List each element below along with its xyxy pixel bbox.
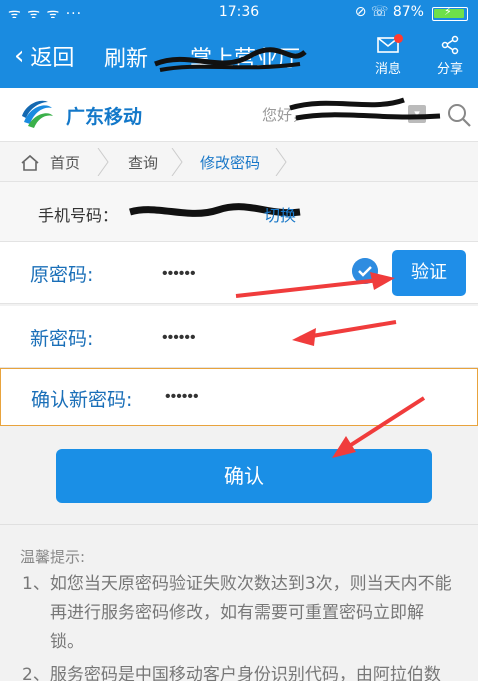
old-password-row: 原密码: 验证	[0, 242, 478, 304]
breadcrumb-separator-icon	[275, 148, 287, 176]
switch-account-link[interactable]: 切换	[264, 202, 296, 226]
message-button[interactable]: 消息	[364, 32, 412, 77]
home-icon	[21, 154, 39, 171]
new-password-input[interactable]	[162, 326, 342, 350]
back-label: 返回	[30, 46, 75, 71]
tip-item: 1、如您当天原密码验证失败次数达到3次，则当天内不能 再进行服务密码修改，如有需…	[22, 570, 472, 657]
tip-line: 2、服务密码是中国移动客户身份识别代码，由阿拉伯数	[22, 665, 441, 681]
status-bar: ᯤ ᯤ ᯤ ··· 17:36 ⊘ ☏ 87% ⚡	[0, 0, 478, 26]
refresh-button[interactable]: 刷新	[104, 41, 148, 73]
tip-line: 再进行服务密码修改，如有需要可重置密码立即解	[50, 603, 424, 623]
mail-icon	[364, 32, 412, 58]
confirm-password-row: 确认新密码:	[0, 368, 478, 426]
new-password-row: 新密码:	[0, 306, 478, 368]
unread-dot	[394, 34, 403, 43]
breadcrumb-home[interactable]: 首页	[20, 152, 80, 173]
phone-label: 手机号码：	[38, 206, 119, 225]
check-icon	[352, 258, 378, 284]
new-password-label: 新密码:	[30, 328, 94, 350]
breadcrumb-separator-icon	[171, 148, 183, 176]
top-bar: ᯤ ᯤ ᯤ ··· 17:36 ⊘ ☏ 87% ⚡ ‹ 返回 刷新 掌上营业厅 …	[0, 0, 478, 88]
confirm-button[interactable]: 确认	[56, 449, 432, 503]
divider	[0, 524, 478, 525]
breadcrumb-query[interactable]: 查询	[128, 152, 158, 173]
chevron-left-icon: ‹	[14, 41, 25, 71]
tip-item: 2、服务密码是中国移动客户身份识别代码，由阿拉伯数	[22, 661, 472, 681]
breadcrumb-current: 修改密码	[200, 154, 261, 172]
old-password-input[interactable]	[162, 262, 342, 286]
status-icons: ⊘ ☏ 87%	[354, 4, 424, 20]
breadcrumb-separator-icon	[97, 148, 109, 176]
china-mobile-logo	[22, 100, 53, 128]
old-password-label: 原密码:	[30, 264, 94, 286]
share-label: 分享	[436, 62, 463, 77]
verify-button[interactable]: 验证	[392, 250, 466, 296]
search-icon[interactable]	[446, 102, 472, 128]
user-greeting: 您好，	[262, 106, 308, 124]
brand-header: 广东移动 您好， ▾	[0, 88, 478, 142]
chevron-down-icon[interactable]: ▾	[408, 105, 426, 123]
tip-line: 1、如您当天原密码验证失败次数达到3次，则当天内不能	[22, 574, 452, 594]
phone-number-row: 手机号码： 切换	[0, 182, 478, 242]
brand-name: 广东移动	[66, 106, 143, 128]
share-icon	[426, 32, 474, 58]
back-button[interactable]: ‹ 返回	[14, 40, 74, 72]
app-bar: ‹ 返回 刷新 掌上营业厅 消息 分享	[0, 26, 478, 88]
breadcrumb-home-label: 首页	[50, 154, 81, 172]
tips-title: 温馨提示:	[20, 548, 86, 566]
confirm-password-label: 确认新密码:	[31, 389, 133, 411]
redaction-scribble	[154, 47, 307, 72]
share-button[interactable]: 分享	[426, 32, 474, 77]
tip-line: 锁。	[50, 632, 84, 652]
battery-icon: ⚡	[432, 5, 468, 21]
message-label: 消息	[374, 62, 401, 77]
confirm-password-input[interactable]	[165, 385, 345, 409]
breadcrumb: 首页 查询 修改密码	[0, 142, 478, 182]
